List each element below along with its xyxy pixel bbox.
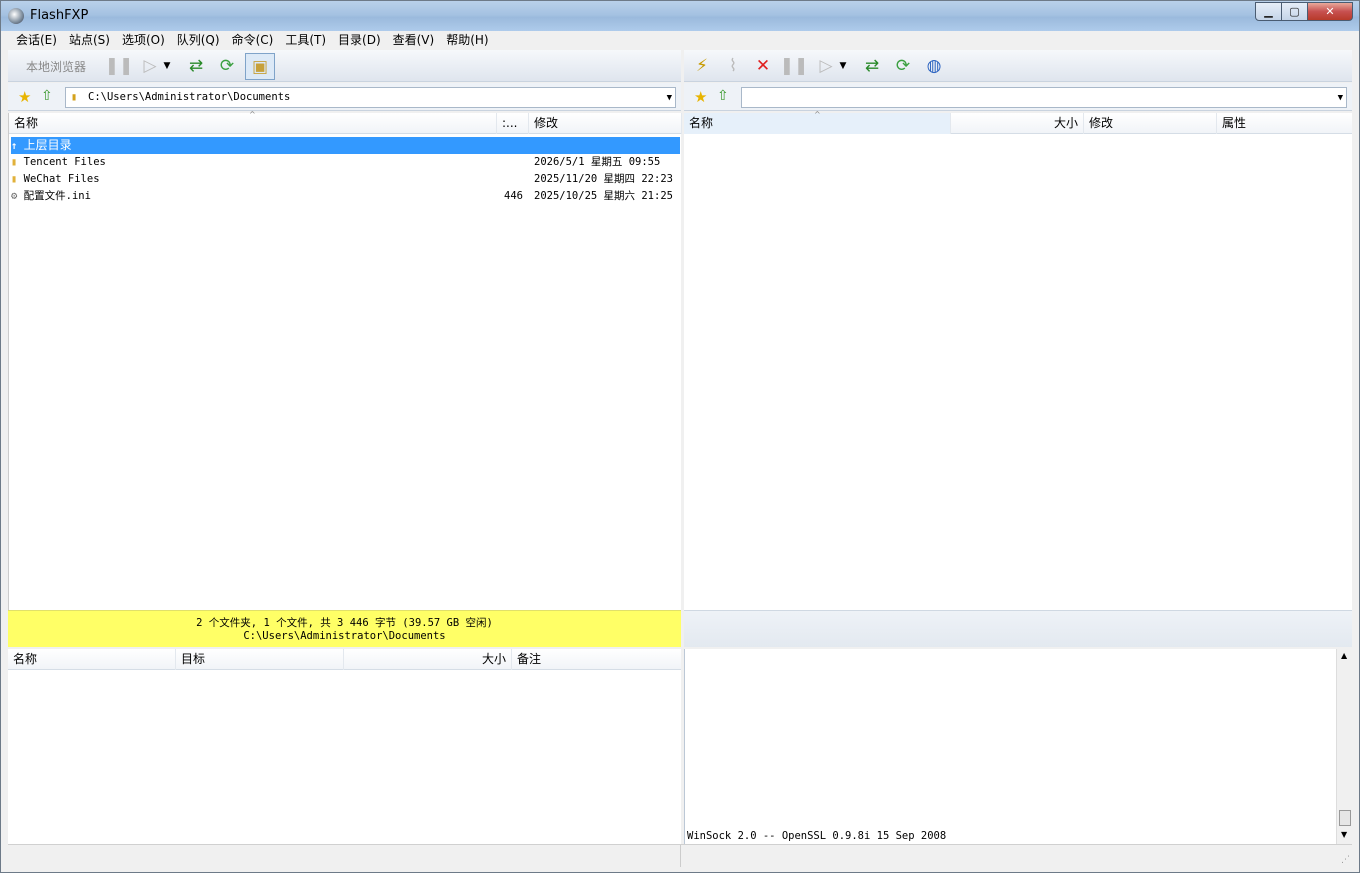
maximize-button[interactable]: ▢ [1281,2,1308,21]
app-icon [8,8,24,24]
disconnect-icon[interactable]: ⌇ [719,53,747,79]
menu-session[interactable]: 会话(E) [10,31,63,50]
folder-icon: ▮ [11,156,18,168]
col-size[interactable]: :... [497,113,529,134]
resize-grip-icon[interactable]: ⋰ [1341,855,1350,865]
col-attributes[interactable]: 属性 [1217,113,1352,134]
bottom-status-bar: ⋰ [8,844,1352,867]
log-line: WinSock 2.0 -- OpenSSL 0.9.8i 15 Sep 200… [687,830,947,842]
file-name: Tencent Files [23,156,106,168]
sort-asc-icon: ^ [814,110,821,119]
connect-icon[interactable]: ⚡ [688,53,716,79]
right-list-header: 名称 ^ 大小 修改 属性 [684,110,1352,134]
menu-bar: 会话(E) 站点(S) 选项(O) 队列(Q) 命令(C) 工具(T) 目录(D… [8,31,1352,50]
refresh-icon[interactable]: ⟳ [889,53,917,79]
minimize-button[interactable]: ▁ [1255,2,1282,21]
queue-header: 名称 目标 大小 备注 [8,649,681,670]
status-divider [680,845,681,867]
file-name: WeChat Files [23,173,100,185]
file-size: 446 [504,190,523,202]
app-window: FlashFXP ▁ ▢ ✕ 会话(E) 站点(S) 选项(O) 队列(Q) 命… [0,0,1360,873]
right-status-panel [684,610,1352,647]
minimize-icon: ▁ [1264,5,1273,18]
log-scrollbar[interactable]: ▲ ▼ [1336,649,1352,844]
file-row[interactable]: ▮ WeChat Files 2025/11/20 星期四 22:23 [11,171,680,188]
left-status-path: C:\Users\Administrator\Documents [243,630,446,642]
title-bar: FlashFXP ▁ ▢ ✕ [1,1,1359,31]
menu-queue[interactable]: 队列(Q) [171,31,226,50]
left-file-list: 名称 ^ :... 修改 ↑ 上层目录 ▮ Tencent Files 2026… [8,110,682,610]
up-folder-icon[interactable]: ⇧ [717,88,729,104]
queue-col-note[interactable]: 备注 [512,649,681,670]
col-size[interactable]: 大小 [951,113,1084,134]
left-toolbar: 本地浏览器 ❚❚ ▷ ▼ ⇄ ⟳ ▣ [8,50,681,82]
pause-icon[interactable]: ❚❚ [105,53,134,79]
menu-help[interactable]: 帮助(H) [440,31,494,50]
close-button[interactable]: ✕ [1307,2,1353,21]
log-panel: ▲ ▼ WinSock 2.0 -- OpenSSL 0.9.8i 15 Sep… [684,649,1352,844]
scroll-up-icon[interactable]: ▲ [1341,651,1347,660]
refresh-icon[interactable]: ⟳ [213,53,241,79]
file-modified: 2025/11/20 星期四 22:23 [534,173,673,185]
menu-options[interactable]: 选项(O) [116,31,171,50]
transfer-icon[interactable]: ⇄ [182,53,210,79]
close-icon: ✕ [1325,5,1335,18]
left-status-summary: 2 个文件夹, 1 个文件, 共 3 446 字节 (39.57 GB 空闲) [196,617,493,629]
menu-sites[interactable]: 站点(S) [63,31,116,50]
favorites-star-icon[interactable]: ★ [18,88,31,106]
left-path-text: C:\Users\Administrator\Documents [88,91,291,103]
queue-col-target[interactable]: 目标 [176,649,344,670]
settings-file-icon: ⚙ [11,190,18,202]
col-modified[interactable]: 修改 [529,113,682,134]
local-browser-toggle-icon[interactable]: ▣ [245,53,275,80]
abort-icon[interactable]: ✕ [749,53,777,79]
scroll-down-icon[interactable]: ▼ [1341,830,1347,839]
dropdown-arrow-icon[interactable]: ▼ [836,53,850,79]
maximize-icon: ▢ [1289,5,1300,18]
col-modified[interactable]: 修改 [1084,113,1217,134]
dropdown-arrow-icon[interactable]: ▼ [160,53,174,79]
left-list-header: 名称 ^ :... 修改 [9,110,682,134]
scroll-thumb[interactable] [1339,810,1351,826]
menu-commands[interactable]: 命令(C) [226,31,280,50]
file-modified: 2026/5/1 星期五 09:55 [534,156,661,168]
folder-icon: ▮ [11,173,18,185]
queue-list: 名称 目标 大小 备注 [8,649,681,844]
up-folder-icon[interactable]: ⇧ [41,88,53,104]
file-row[interactable]: ⚙ 配置文件.ini 446 2025/10/25 星期六 21:25 [11,188,680,205]
window-title: FlashFXP [30,8,89,23]
queue-col-name[interactable]: 名称 [8,649,176,670]
right-toolbar: ⚡ ⌇ ✕ ❚❚ ▷ ▼ ⇄ ⟳ ◍ [684,50,1352,82]
file-modified: 2025/10/25 星期六 21:25 [534,190,673,202]
sort-asc-icon: ^ [249,110,256,119]
menu-view[interactable]: 查看(V) [387,31,441,50]
right-file-list: 名称 ^ 大小 修改 属性 [684,110,1352,610]
file-row[interactable]: ▮ Tencent Files 2026/5/1 星期五 09:55 [11,154,680,171]
local-browser-label[interactable]: 本地浏览器 [26,58,86,75]
up-arrow-icon: ↑ [11,140,18,152]
globe-icon[interactable]: ◍ [920,53,948,79]
favorites-star-icon[interactable]: ★ [694,88,707,106]
folder-icon: ▮ [71,91,78,103]
menu-directory[interactable]: 目录(D) [332,31,387,50]
menu-tools[interactable]: 工具(T) [279,31,332,50]
left-path-input[interactable]: ▮ C:\Users\Administrator\Documents ▼ [65,87,676,108]
file-name: 配置文件.ini [23,190,91,202]
left-status-panel: 2 个文件夹, 1 个文件, 共 3 446 字节 (39.57 GB 空闲) … [8,610,681,647]
file-row-parent[interactable]: ↑ 上层目录 [11,137,680,154]
chevron-down-icon[interactable]: ▼ [1338,89,1343,108]
pause-icon[interactable]: ❚❚ [780,53,809,79]
right-address-bar: ★ ⇧ ▼ [684,83,1352,111]
left-address-bar: ★ ⇧ ▮ C:\Users\Administrator\Documents ▼ [8,83,681,111]
queue-col-size[interactable]: 大小 [344,649,512,670]
right-path-input[interactable]: ▼ [741,87,1347,108]
file-name: 上层目录 [23,138,72,152]
transfer-icon[interactable]: ⇄ [858,53,886,79]
chevron-down-icon[interactable]: ▼ [667,89,672,108]
